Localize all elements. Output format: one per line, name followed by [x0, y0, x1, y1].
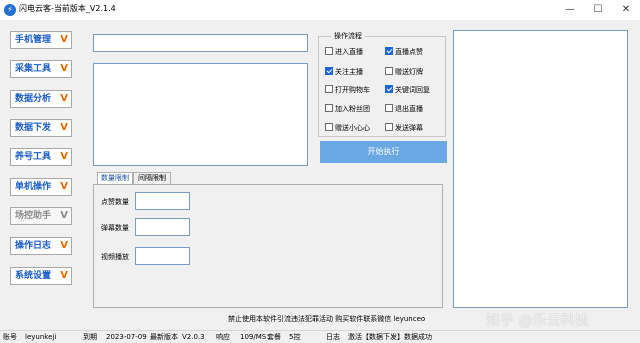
checkbox-label: 赠送灯牌 [395, 68, 423, 76]
status-latency: 109/MS [240, 333, 267, 341]
checkbox-box[interactable] [325, 123, 333, 131]
chevron-down-icon: V [60, 270, 68, 281]
sidebar-item-label: 场控助手 [15, 211, 52, 221]
chevron-down-icon: V [60, 63, 68, 74]
checkbox-gift-hearts[interactable]: 赠送小心心 [325, 123, 370, 133]
checkbox-box[interactable] [325, 104, 333, 112]
chevron-down-icon: V [60, 93, 68, 104]
status-bar: 账号 leyunkeji 到期 2023-07-09 最新版本 V2.0.3 响… [0, 330, 640, 343]
checkbox-send-danmaku[interactable]: 发送弹幕 [385, 123, 423, 133]
chevron-down-icon: V [60, 122, 68, 133]
sidebar-item-single-operation[interactable]: 单机操作 V [10, 178, 72, 196]
video-play-input[interactable] [135, 247, 190, 265]
status-latest-label: 最新版本 [150, 333, 178, 341]
checkbox-label: 进入直播 [335, 48, 363, 56]
device-list-panel[interactable] [453, 30, 628, 308]
checkbox-live-like[interactable]: 直播点赞 [385, 47, 423, 57]
sidebar-item-collect-tools[interactable]: 采集工具 V [10, 60, 72, 78]
sidebar-item-label: 系统设置 [15, 271, 52, 281]
checkbox-gift-lightboard[interactable]: 赠送灯牌 [385, 67, 423, 77]
like-count-label: 点赞数量 [101, 198, 129, 206]
checkbox-box[interactable] [325, 85, 333, 93]
sidebar-item-label: 手机管理 [15, 35, 52, 45]
sidebar-item-phone-management[interactable]: 手机管理 V [10, 31, 72, 49]
sidebar-item-label: 操作日志 [15, 241, 52, 251]
checkbox-label: 加入粉丝团 [335, 105, 370, 113]
status-account-label: 账号 [3, 333, 17, 341]
sidebar-item-data-dispatch[interactable]: 数据下发 V [10, 119, 72, 137]
checkbox-box[interactable] [385, 67, 393, 75]
sidebar-item-label: 采集工具 [15, 64, 52, 74]
checkbox-label: 关注主播 [335, 68, 363, 76]
maximize-button[interactable]: ☐ [584, 0, 612, 20]
status-latency-label: 响应 [216, 333, 230, 341]
app-logo-icon: ⚡ [4, 4, 16, 16]
notice-text: 禁止使用本软件引流违法犯罪活动 购买软件联系微信 leyunceo [228, 315, 426, 323]
checkbox-follow-streamer[interactable]: 关注主播 [325, 67, 363, 77]
tab-interval-limit[interactable]: 间隔限制 [133, 172, 171, 184]
chevron-down-icon: V [60, 181, 68, 192]
checkbox-label: 赠送小心心 [335, 124, 370, 132]
minimize-button[interactable]: — [556, 0, 584, 20]
sidebar-item-operation-log[interactable]: 操作日志 V [10, 237, 72, 255]
checkbox-box[interactable] [385, 123, 393, 131]
checkbox-keyword-reply[interactable]: 关键词回复 [385, 85, 430, 95]
chevron-down-icon: V [60, 210, 68, 221]
room-url-input[interactable] [93, 34, 308, 52]
status-latest: V2.0.3 [182, 333, 205, 341]
status-expire-label: 到期 [83, 333, 97, 341]
like-count-input[interactable] [135, 192, 190, 210]
content-textarea[interactable] [93, 63, 308, 166]
checkbox-enter-live[interactable]: 进入直播 [325, 47, 363, 57]
app-window: ⚡ 闪电云客-当前版本_V2.1.4 — ☐ ✕ 手机管理 V 采集工具 V 数据分… [0, 0, 640, 343]
sidebar-item-account-nurture[interactable]: 养号工具 V [10, 148, 72, 166]
checkbox-checked-icon[interactable] [325, 67, 333, 75]
title-bar: ⚡ 闪电云客-当前版本_V2.1.4 — ☐ ✕ [0, 0, 640, 20]
status-log: 激活【数据下发】数据成功 [348, 333, 432, 341]
checkbox-label: 直播点赞 [395, 48, 423, 56]
checkbox-checked-icon[interactable] [385, 47, 393, 55]
sidebar-item-label: 数据分析 [15, 94, 52, 104]
status-expire: 2023-07-09 [106, 333, 147, 341]
checkbox-open-cart[interactable]: 打开购物车 [325, 85, 370, 95]
sidebar-item-label: 数据下发 [15, 123, 52, 133]
sidebar-item-label: 单机操作 [15, 182, 52, 192]
status-plan: 5控 [289, 333, 301, 341]
watermark: 知乎 @乐云科技 [486, 313, 589, 329]
checkbox-label: 发送弹幕 [395, 124, 423, 132]
checkbox-label: 打开购物车 [335, 86, 370, 94]
checkbox-label: 退出直播 [395, 105, 423, 113]
chevron-down-icon: V [60, 240, 68, 251]
window-title: 闪电云客-当前版本_V2.1.4 [19, 4, 116, 13]
chevron-down-icon: V [60, 151, 68, 162]
sidebar-item-label: 养号工具 [15, 152, 52, 162]
checkbox-checked-icon[interactable] [385, 85, 393, 93]
sidebar-item-live-assistant[interactable]: 场控助手 V [10, 207, 72, 225]
status-account: leyunkeji [25, 333, 57, 341]
start-button[interactable]: 开始执行 [320, 141, 447, 163]
chevron-down-icon: V [60, 34, 68, 45]
danmaku-count-label: 弹幕数量 [101, 224, 129, 232]
checkbox-exit-live[interactable]: 退出直播 [385, 104, 423, 114]
checkbox-box[interactable] [325, 47, 333, 55]
status-plan-label: 套餐 [267, 333, 281, 341]
video-play-label: 视频播放 [101, 253, 129, 261]
sidebar-item-system-settings[interactable]: 系统设置 V [10, 267, 72, 285]
sidebar-item-data-analysis[interactable]: 数据分析 V [10, 90, 72, 108]
danmaku-count-input[interactable] [135, 218, 190, 236]
checkbox-join-fanclub[interactable]: 加入粉丝团 [325, 104, 370, 114]
flow-group-title: 操作流程 [331, 31, 365, 41]
checkbox-label: 关键词回复 [395, 86, 430, 94]
close-button[interactable]: ✕ [612, 0, 640, 20]
checkbox-box[interactable] [385, 104, 393, 112]
status-log-label: 日志 [326, 333, 340, 341]
